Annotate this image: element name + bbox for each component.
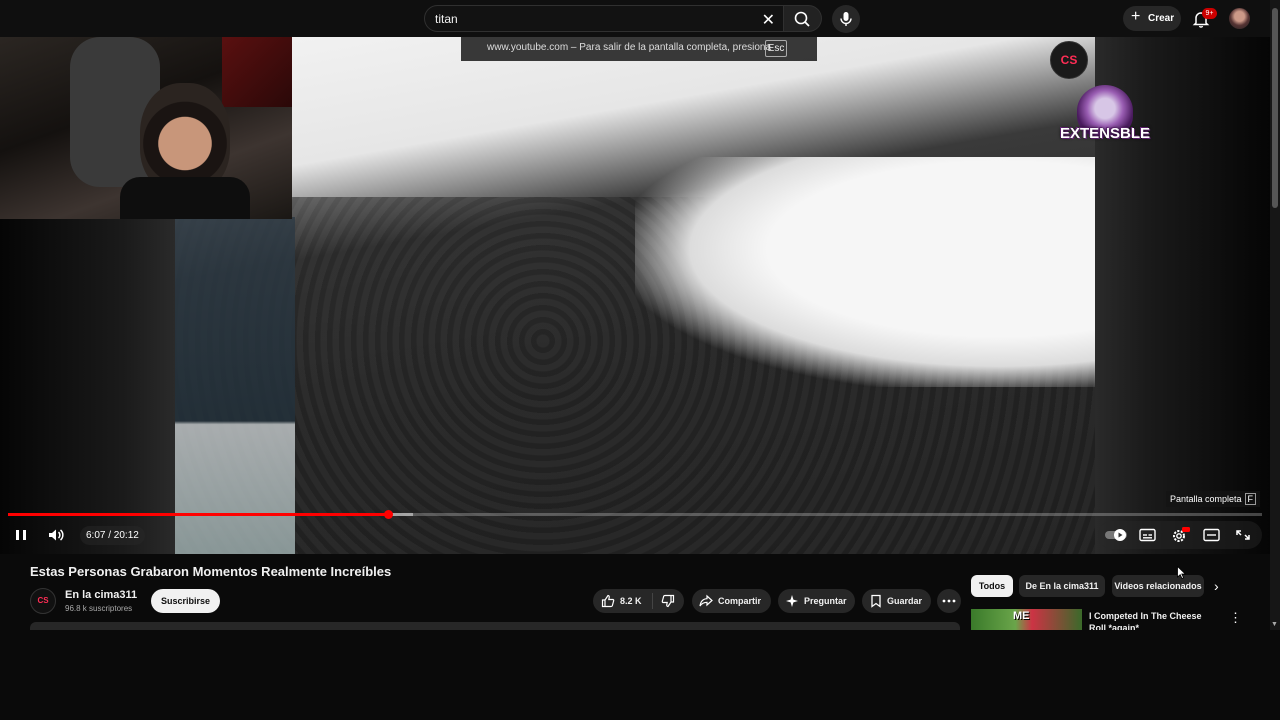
create-button[interactable]: + Crear — [1123, 6, 1181, 31]
volume-icon — [49, 529, 64, 541]
search-icon — [794, 11, 810, 27]
chip-from-channel[interactable]: De En la cima311 — [1019, 575, 1105, 597]
sparkle-icon — [786, 595, 798, 607]
scroll-down-arrow-icon[interactable]: ▼ — [1271, 621, 1278, 628]
mute-button[interactable] — [45, 525, 67, 545]
subtitles-icon[interactable] — [1138, 527, 1158, 543]
time-display: 6:07 / 20:12 — [80, 526, 145, 545]
right-controls — [1098, 521, 1262, 549]
fullscreen-tooltip: Pantalla completa F — [1166, 491, 1261, 507]
related-video-title[interactable]: I Competed In The Cheese Roll *again* — [1089, 610, 1221, 630]
channel-name[interactable]: En la cima311 — [65, 589, 137, 601]
save-label: Guardar — [887, 596, 923, 606]
fullscreen-tooltip-key: F — [1244, 493, 1257, 505]
search-query[interactable]: titan — [435, 12, 458, 26]
related-video-thumbnail[interactable]: ME — [971, 609, 1082, 630]
pause-button[interactable] — [10, 525, 32, 545]
video-content-foam — [635, 157, 1095, 387]
video-title: Estas Personas Grabaron Momentos Realmen… — [30, 564, 392, 579]
thumbnail-text: ME — [1013, 610, 1030, 622]
share-icon — [699, 594, 713, 607]
channel-watermark[interactable]: CS — [1050, 41, 1088, 79]
create-label: Crear — [1148, 13, 1175, 24]
video-player[interactable]: www.youtube.com – Para salir de la panta… — [0, 37, 1270, 554]
save-button[interactable]: Guardar — [862, 589, 931, 613]
overlay-brand-logo: EXTENSBLE — [1055, 85, 1155, 163]
chevron-right-icon[interactable]: › — [1214, 578, 1219, 594]
webcam-shirt — [120, 177, 250, 219]
video-content-person — [175, 217, 295, 554]
thumbs-up-icon[interactable] — [601, 594, 615, 608]
autoplay-toggle[interactable] — [1104, 527, 1128, 543]
progress-scrubber[interactable] — [383, 510, 393, 519]
scrollbar-thumb[interactable] — [1272, 8, 1278, 208]
settings-gear-icon[interactable] — [1170, 526, 1190, 544]
ask-label: Preguntar — [804, 596, 847, 606]
bookmark-icon — [871, 594, 881, 608]
youtube-watch-page: titan ✕ + Crear 9+ www.youtube.com – Par… — [0, 0, 1280, 720]
notifications-badge: 9+ — [1202, 8, 1217, 19]
chip-related-videos[interactable]: Videos relacionados — [1112, 575, 1204, 597]
exit-fullscreen-icon[interactable] — [1234, 527, 1252, 543]
ask-button[interactable]: Preguntar — [778, 589, 855, 613]
more-actions-button[interactable] — [937, 589, 961, 613]
masthead: titan ✕ + Crear 9+ — [0, 0, 1280, 37]
chip-all[interactable]: Todos — [971, 575, 1013, 597]
fullscreen-notice-text: www.youtube.com – Para salir de la panta… — [487, 42, 772, 53]
like-count[interactable]: 8.2 K — [620, 596, 642, 606]
pause-icon — [16, 530, 26, 540]
progress-played — [8, 513, 388, 516]
search-input[interactable]: titan ✕ — [424, 5, 784, 32]
channel-avatar[interactable]: CS — [30, 588, 56, 614]
empty-area — [0, 630, 1280, 720]
streamer-webcam — [0, 37, 292, 219]
page-scrollbar[interactable] — [1270, 0, 1280, 630]
subscribe-button[interactable]: Suscribirse — [151, 589, 220, 613]
share-button[interactable]: Compartir — [692, 589, 771, 613]
more-horizontal-icon — [942, 599, 956, 603]
clear-search-icon[interactable]: ✕ — [762, 10, 775, 30]
plus-icon: + — [1131, 8, 1141, 25]
mouse-cursor-icon — [1177, 566, 1186, 579]
video-frame[interactable] — [175, 37, 1095, 554]
description-box[interactable] — [30, 622, 960, 630]
fullscreen-exit-notice: www.youtube.com – Para salir de la panta… — [461, 37, 817, 61]
miniplayer-icon[interactable] — [1202, 527, 1222, 543]
share-label: Compartir — [718, 596, 762, 606]
account-avatar[interactable] — [1229, 8, 1250, 29]
channel-avatar-text: CS — [37, 596, 49, 605]
progress-bar[interactable] — [8, 510, 1262, 519]
subscriber-count: 96.8 k suscriptores — [65, 604, 133, 613]
fullscreen-notice-key: Esc — [765, 40, 787, 57]
voice-search-button[interactable] — [832, 5, 860, 33]
fullscreen-tooltip-label: Pantalla completa — [1170, 494, 1242, 504]
overlay-brand-text: EXTENSBLE — [1059, 125, 1150, 142]
like-dislike-group: 8.2 K — [593, 589, 684, 613]
webcam-poster — [222, 37, 292, 107]
like-separator — [652, 593, 653, 609]
channel-watermark-text: CS — [1060, 53, 1078, 67]
thumbs-down-icon[interactable] — [661, 594, 675, 608]
search-button[interactable] — [784, 5, 822, 32]
microphone-icon — [840, 12, 852, 26]
more-vertical-icon[interactable]: ⋮ — [1229, 610, 1242, 626]
